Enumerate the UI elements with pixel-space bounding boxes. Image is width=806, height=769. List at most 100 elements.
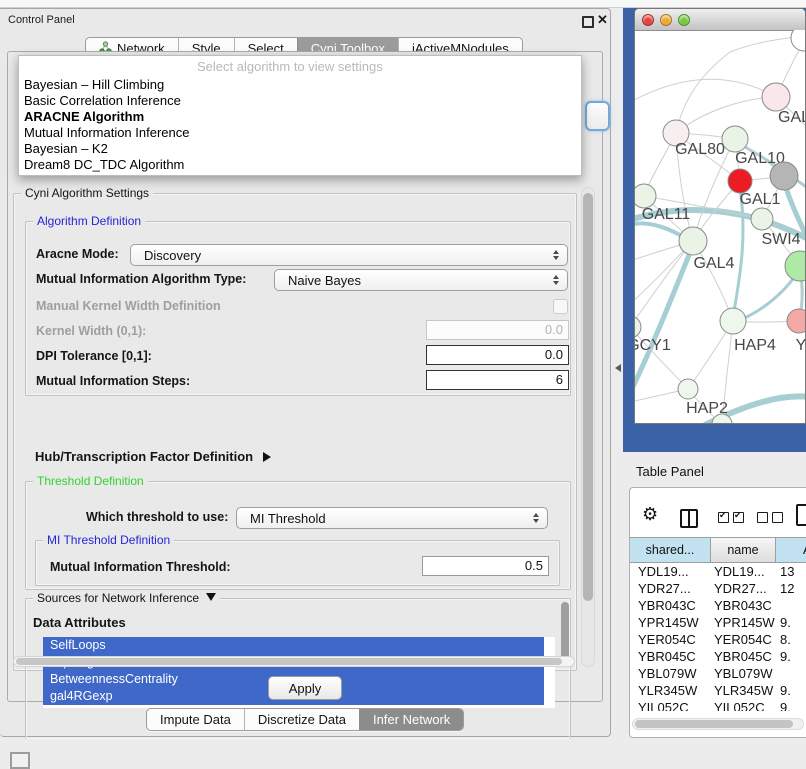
algorithm-option-mutual-information-inference[interactable]: Mutual Information Inference <box>19 125 581 141</box>
network-node-hap2[interactable] <box>678 379 698 399</box>
sources-legend[interactable]: Sources for Network Inference <box>33 591 220 605</box>
column-view-icon[interactable] <box>680 509 698 528</box>
table-body: YDL19...YDL19...13YDR27...YDR27...12YBR0… <box>630 563 806 711</box>
minimized-panel-icon[interactable] <box>10 752 30 769</box>
attribute-option-selfloops[interactable]: SelfLoops <box>43 637 544 654</box>
table-row[interactable]: YPR145WYPR145W9. <box>630 614 806 631</box>
settings-gear-icon[interactable]: ⚙ <box>642 505 658 523</box>
node-label: GAL4 <box>694 255 735 272</box>
deselect-checkboxes-icon[interactable] <box>757 512 783 523</box>
table-horizontal-scrollbar[interactable] <box>632 718 804 730</box>
tab-impute-data[interactable]: Impute Data <box>147 709 244 730</box>
manual-kernel-width-checkbox[interactable] <box>553 299 568 314</box>
table-row[interactable]: YBR043CYBR043C <box>630 597 806 614</box>
mi-algorithm-type-select[interactable]: Naive Bayes <box>274 269 568 291</box>
table-row[interactable]: YDL19...YDL19...13 <box>630 563 806 580</box>
which-threshold-select[interactable]: MI Threshold <box>236 507 548 529</box>
algorithm-option-dream8-dc-tdc-algorithm[interactable]: Dream8 DC_TDC Algorithm <box>19 157 581 173</box>
table-row[interactable]: YIL052CYIL052C9. <box>630 699 806 711</box>
tab-label: Infer Network <box>373 712 450 727</box>
zoom-window-icon[interactable] <box>678 14 690 26</box>
table-row[interactable]: YER054CYER054C8. <box>630 631 806 648</box>
table-row[interactable]: YBR045CYBR045C9. <box>630 648 806 665</box>
mi-steps-field[interactable]: 6 <box>426 370 569 390</box>
settings-vertical-scrollbar[interactable] <box>581 187 595 667</box>
network-node-swi4[interactable] <box>751 208 773 230</box>
select-all-checkboxes-icon[interactable] <box>718 512 744 523</box>
node-label: GAL11 <box>642 206 691 223</box>
algorithm-option-bayesian-hill-climbing[interactable]: Bayesian – Hill Climbing <box>19 77 581 93</box>
node-label: GCY1 <box>635 337 671 354</box>
hub-definition-label: Hub/Transcription Factor Definition <box>35 449 253 464</box>
table-row[interactable]: YDR27...YDR27...12 <box>630 580 806 597</box>
attributes-list-scrollbar[interactable] <box>561 602 569 664</box>
node-label: SWI4 <box>761 231 800 248</box>
dpi-tolerance-field[interactable]: 0.0 <box>426 345 569 365</box>
kernel-width-field[interactable]: 0.0 <box>426 320 569 340</box>
network-node-gal4[interactable] <box>679 227 707 255</box>
table-cell: YBL079W <box>630 665 711 682</box>
new-table-icon[interactable] <box>796 504 806 526</box>
settings-horizontal-scrollbar[interactable] <box>13 656 575 667</box>
network-node[interactable] <box>785 251 805 281</box>
mi-threshold-field[interactable]: 0.5 <box>422 556 549 576</box>
panel-splitter-arrow[interactable] <box>615 364 621 372</box>
network-node-gal1[interactable] <box>728 169 752 193</box>
network-node-gal[interactable] <box>762 83 790 111</box>
aracne-mode-value: Discovery <box>144 248 201 263</box>
network-edge[interactable] <box>676 97 776 133</box>
network-edge[interactable] <box>635 245 693 395</box>
dpi-tolerance-label: DPI Tolerance [0,1]: <box>36 349 152 363</box>
tab-infer-network[interactable]: Infer Network <box>359 709 463 730</box>
network-node-gal11[interactable] <box>635 184 656 208</box>
stepper-icon <box>533 513 539 523</box>
network-node[interactable] <box>770 162 798 190</box>
mi-algorithm-type-value: Naive Bayes <box>288 273 361 288</box>
algorithm-option-bayesian-k2[interactable]: Bayesian – K2 <box>19 141 581 157</box>
algorithm-option-aracne-algorithm[interactable]: ARACNE Algorithm <box>19 109 581 125</box>
column-header-name[interactable]: name <box>711 538 776 562</box>
scrollbar-thumb[interactable] <box>16 658 562 665</box>
aracne-mode-select[interactable]: Discovery <box>130 244 568 266</box>
float-window-icon[interactable] <box>582 16 594 28</box>
algorithm-selector-button[interactable] <box>585 101 610 131</box>
network-window-titlebar[interactable] <box>635 9 805 31</box>
table-cell: YBR045C <box>630 648 711 665</box>
table-cell: 9. <box>776 648 806 665</box>
node-label: GAL80 <box>675 141 725 158</box>
desktop: { "app": { "control_panel_title": "Contr… <box>0 0 806 762</box>
collapse-down-icon <box>206 593 216 601</box>
scrollbar-thumb[interactable] <box>583 193 593 601</box>
network-node-gal10[interactable] <box>722 126 748 152</box>
table-row[interactable]: YBL079WYBL079W <box>630 665 806 682</box>
network-node-y[interactable] <box>787 309 805 333</box>
apply-button[interactable]: Apply <box>268 676 342 700</box>
network-node-gcy1[interactable] <box>635 316 641 338</box>
column-header-shared-[interactable]: shared... <box>630 538 711 562</box>
table-panel: ⚙ shared...nameA YDL19...YDL19...13YDR27… <box>629 487 806 738</box>
table-cell: YIL052C <box>711 699 776 711</box>
threshold-definition-group: Threshold Definition Which threshold to … <box>25 481 571 590</box>
table-cell: 12 <box>776 580 806 597</box>
network-node[interactable] <box>791 30 805 51</box>
network-edge[interactable] <box>635 79 776 102</box>
stepper-icon <box>553 250 559 260</box>
network-node-hap4[interactable] <box>720 308 746 334</box>
table-row[interactable]: YLR345WYLR345W9. <box>630 682 806 699</box>
threshold-definition-legend: Threshold Definition <box>33 474 148 488</box>
network-window: GALGAL80GAL10GAL1GAL11SWI4GAL4GCY1HAP4YH… <box>634 8 806 424</box>
network-svg: GALGAL80GAL10GAL1GAL11SWI4GAL4GCY1HAP4YH… <box>635 30 805 424</box>
algorithm-option-basic-correlation-inference[interactable]: Basic Correlation Inference <box>19 93 581 109</box>
minimize-window-icon[interactable] <box>660 14 672 26</box>
column-header-a[interactable]: A <box>776 538 806 562</box>
close-window-icon[interactable] <box>642 14 654 26</box>
scrollbar-thumb[interactable] <box>635 720 793 728</box>
hub-definition-toggle[interactable]: Hub/Transcription Factor Definition <box>35 449 271 464</box>
close-icon[interactable]: ✕ <box>597 12 608 28</box>
tab-discretize-data[interactable]: Discretize Data <box>244 709 359 730</box>
node-label: Y <box>796 337 805 354</box>
node-label: GAL1 <box>740 191 781 208</box>
network-graph[interactable]: GALGAL80GAL10GAL1GAL11SWI4GAL4GCY1HAP4YH… <box>635 30 805 424</box>
network-edge[interactable] <box>676 52 730 133</box>
data-attributes-label: Data Attributes <box>33 615 126 630</box>
